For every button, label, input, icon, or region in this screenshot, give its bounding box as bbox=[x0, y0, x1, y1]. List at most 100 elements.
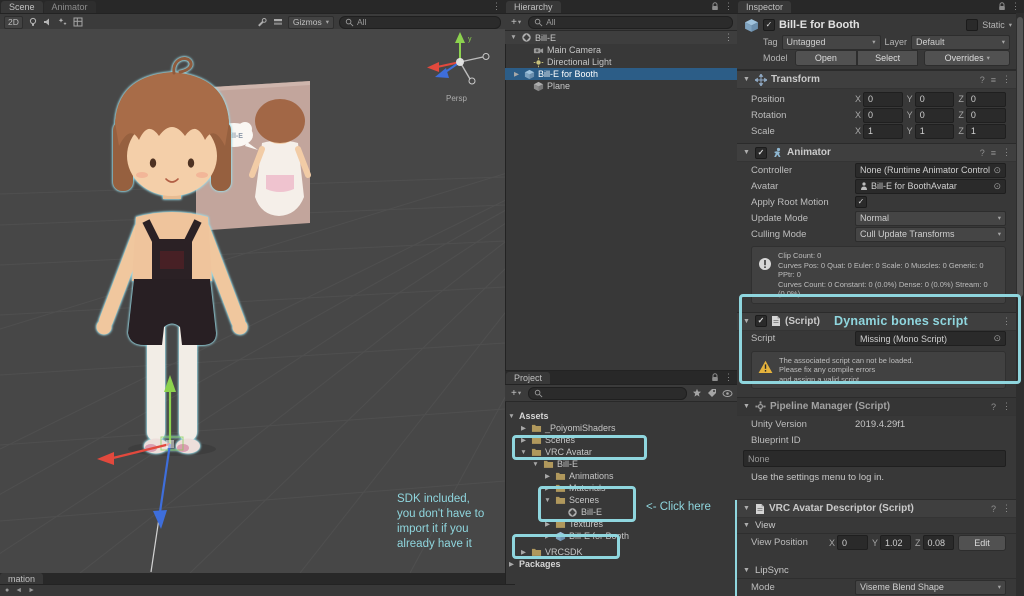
rotation-y-field[interactable]: 0 bbox=[914, 107, 955, 123]
hierarchy-item-directional-light[interactable]: Directional Light bbox=[505, 56, 737, 68]
foldout-open-icon[interactable]: ▼ bbox=[519, 449, 528, 456]
foldout-open-icon[interactable]: ▼ bbox=[509, 34, 518, 41]
object-picker-icon[interactable]: ⊙ bbox=[993, 333, 1001, 344]
prev-frame-icon[interactable]: ◄ bbox=[15, 587, 22, 594]
foldout-open-icon[interactable]: ▼ bbox=[742, 318, 751, 325]
hierarchy-search-input[interactable]: All bbox=[528, 15, 733, 29]
project-row-vrcsdk[interactable]: ▶ VRCSDK bbox=[505, 546, 737, 558]
project-row-materials[interactable]: ▶ Materials bbox=[505, 482, 737, 494]
foldout-open-icon[interactable]: ▼ bbox=[531, 461, 540, 468]
project-row-vrc-avatar[interactable]: ▼ VRC Avatar bbox=[505, 446, 737, 458]
apply-root-motion-checkbox[interactable]: ✓ bbox=[855, 196, 867, 208]
tab-scene[interactable]: Scene bbox=[1, 1, 43, 13]
project-row-scenes[interactable]: ▼ Scenes bbox=[505, 494, 737, 506]
foldout-closed-icon[interactable]: ▶ bbox=[519, 436, 528, 444]
tools-icon[interactable] bbox=[257, 17, 268, 28]
help-icon[interactable]: ? bbox=[991, 402, 996, 412]
foldout-closed-icon[interactable]: ▶ bbox=[543, 520, 552, 528]
model-overrides-button[interactable]: Overrides ▾ bbox=[924, 50, 1011, 66]
scene-viewport[interactable]: Bill-E y Persp bbox=[0, 29, 505, 573]
hierarchy-scene-root[interactable]: ▼ Bill-E ⋮ bbox=[505, 31, 737, 44]
scale-y-field[interactable]: 1 bbox=[914, 123, 955, 139]
scale-x-field[interactable]: 1 bbox=[863, 123, 903, 139]
effects-toggle-icon[interactable] bbox=[58, 17, 68, 27]
static-checkbox[interactable] bbox=[966, 19, 979, 31]
help-icon[interactable]: ? bbox=[980, 148, 985, 158]
project-row-bill-e-for-booth[interactable]: ▶ Bill-E for Booth bbox=[505, 530, 737, 542]
culling-mode-dropdown[interactable]: Cull Update Transforms ▾ bbox=[855, 226, 1006, 242]
script-field[interactable]: Missing (Mono Script) ⊙ bbox=[855, 331, 1006, 346]
position-y-field[interactable]: 0 bbox=[914, 91, 955, 107]
2d-toggle[interactable]: 2D bbox=[4, 15, 23, 29]
blueprint-id-field[interactable]: None bbox=[743, 450, 1006, 467]
presets-icon[interactable]: ≡ bbox=[991, 75, 996, 85]
hidden-count-icon[interactable] bbox=[722, 389, 733, 398]
inspector-menu-icon[interactable]: ⋮ bbox=[1011, 1, 1020, 12]
help-icon[interactable]: ? bbox=[980, 75, 985, 85]
kebab-icon[interactable]: ⋮ bbox=[1002, 74, 1011, 85]
audio-toggle-icon[interactable] bbox=[43, 17, 53, 27]
kebab-icon[interactable]: ⋮ bbox=[1002, 316, 1011, 327]
project-row-animations[interactable]: ▶ Animations bbox=[505, 470, 737, 482]
rotation-z-field[interactable]: 0 bbox=[965, 107, 1007, 123]
model-select-button[interactable]: Select bbox=[856, 50, 919, 66]
view-edit-button[interactable]: Edit bbox=[958, 534, 1006, 551]
foldout-open-icon[interactable]: ▼ bbox=[742, 403, 751, 410]
controller-field[interactable]: None (Runtime Animator Controll ⊙ bbox=[855, 162, 1006, 178]
help-icon[interactable]: ? bbox=[991, 504, 996, 514]
rotation-x-field[interactable]: 0 bbox=[863, 107, 903, 123]
lock-icon[interactable] bbox=[998, 2, 1006, 11]
scene-search-input[interactable]: All bbox=[339, 15, 501, 29]
animator-header[interactable]: ▼ ✓ Animator ? ≡ ⋮ bbox=[737, 143, 1016, 162]
kebab-icon[interactable]: ⋮ bbox=[1002, 503, 1011, 514]
scene-orientation-gizmo[interactable]: y bbox=[427, 32, 490, 85]
hierarchy-item-bill-e-for-booth[interactable]: ▶ Bill-E for Booth bbox=[505, 68, 737, 80]
foldout-open-icon[interactable]: ▼ bbox=[507, 413, 516, 420]
script-enabled-checkbox[interactable]: ✓ bbox=[755, 315, 767, 327]
foldout-closed-icon[interactable]: ▶ bbox=[543, 484, 552, 492]
grid-toggle-icon[interactable] bbox=[73, 17, 83, 27]
foldout-closed-icon[interactable]: ▶ bbox=[519, 424, 528, 432]
hierarchy-create-button[interactable]: + ▾ bbox=[509, 17, 523, 28]
position-x-field[interactable]: 0 bbox=[863, 91, 903, 107]
position-z-field[interactable]: 0 bbox=[965, 91, 1007, 107]
static-dropdown-icon[interactable]: ▾ bbox=[1009, 21, 1012, 29]
project-row-textures[interactable]: ▶ Textures bbox=[505, 518, 737, 530]
project-menu-icon[interactable]: ⋮ bbox=[724, 372, 733, 383]
scene-root-menu-icon[interactable]: ⋮ bbox=[724, 32, 733, 43]
project-row-poiyomishaders[interactable]: ▶ _PoiyomiShaders bbox=[505, 422, 737, 434]
hierarchy-item-plane[interactable]: Plane bbox=[505, 80, 737, 92]
tag-dropdown[interactable]: Untagged ▾ bbox=[781, 34, 881, 50]
tab-animator[interactable]: Animator bbox=[43, 1, 96, 13]
scale-z-field[interactable]: 1 bbox=[965, 123, 1007, 139]
labels-icon[interactable] bbox=[707, 388, 717, 398]
foldout-closed-icon[interactable]: ▶ bbox=[543, 472, 552, 480]
project-row-bill-e-scene[interactable]: Bill-E bbox=[505, 506, 737, 518]
view-z-field[interactable]: 0.08 bbox=[922, 535, 954, 550]
foldout-open-icon[interactable]: ▼ bbox=[742, 505, 751, 512]
active-checkbox[interactable]: ✓ bbox=[763, 19, 775, 31]
project-row-packages[interactable]: ▶ Packages bbox=[505, 558, 737, 570]
foldout-closed-icon[interactable]: ▶ bbox=[543, 532, 552, 540]
transform-header[interactable]: ▼ Transform ? ≡ ⋮ bbox=[737, 70, 1016, 89]
inspector-scrollbar[interactable] bbox=[1016, 13, 1024, 596]
tab-inspector[interactable]: Inspector bbox=[738, 1, 792, 13]
object-picker-icon[interactable]: ⊙ bbox=[993, 181, 1001, 192]
project-search-input[interactable] bbox=[528, 386, 687, 400]
foldout-open-icon[interactable]: ▼ bbox=[742, 76, 751, 83]
foldout-open-icon[interactable]: ▼ bbox=[543, 497, 552, 504]
descriptor-header[interactable]: ▼ VRC Avatar Descriptor (Script) ? ⋮ bbox=[737, 499, 1016, 518]
foldout-closed-icon[interactable]: ▶ bbox=[507, 560, 516, 568]
lock-icon[interactable] bbox=[711, 2, 719, 11]
pipeline-header[interactable]: ▼ Pipeline Manager (Script) ? ⋮ bbox=[737, 397, 1016, 416]
kebab-icon[interactable]: ⋮ bbox=[1002, 147, 1011, 158]
record-icon[interactable]: ● bbox=[5, 587, 9, 594]
project-row-scenes-root[interactable]: ▶ Scenes bbox=[505, 434, 737, 446]
update-mode-dropdown[interactable]: Normal ▾ bbox=[855, 210, 1006, 226]
project-row-bill-e-folder[interactable]: ▼ Bill-E bbox=[505, 458, 737, 470]
kebab-icon[interactable]: ⋮ bbox=[1002, 401, 1011, 412]
project-create-button[interactable]: + ▾ bbox=[509, 388, 523, 399]
lipsync-mode-dropdown[interactable]: Viseme Blend Shape ▾ bbox=[855, 579, 1006, 595]
view-y-field[interactable]: 1.02 bbox=[880, 535, 911, 550]
view-section-foldout[interactable]: ▼ View bbox=[737, 518, 1016, 534]
